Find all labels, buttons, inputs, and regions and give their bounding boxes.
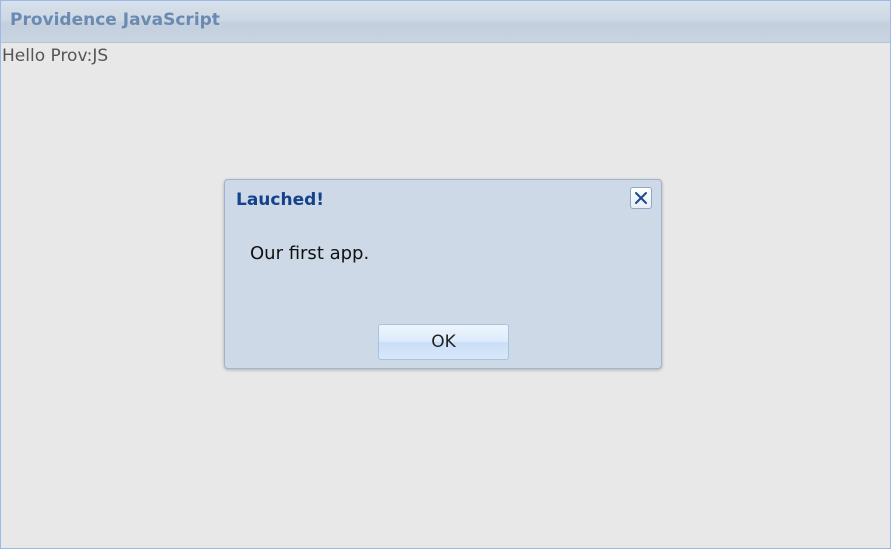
ok-button[interactable]: OK bbox=[378, 324, 509, 360]
close-icon bbox=[635, 192, 647, 204]
app-header: Providence JavaScript bbox=[1, 1, 890, 43]
app-title: Providence JavaScript bbox=[10, 10, 220, 30]
hello-text: Hello Prov:JS bbox=[2, 46, 109, 66]
message-dialog: Lauched! Our first app. OK bbox=[224, 179, 662, 369]
dialog-title: Lauched! bbox=[236, 190, 325, 210]
dialog-message: Our first app. bbox=[250, 243, 370, 264]
dialog-close-button[interactable] bbox=[630, 187, 652, 209]
